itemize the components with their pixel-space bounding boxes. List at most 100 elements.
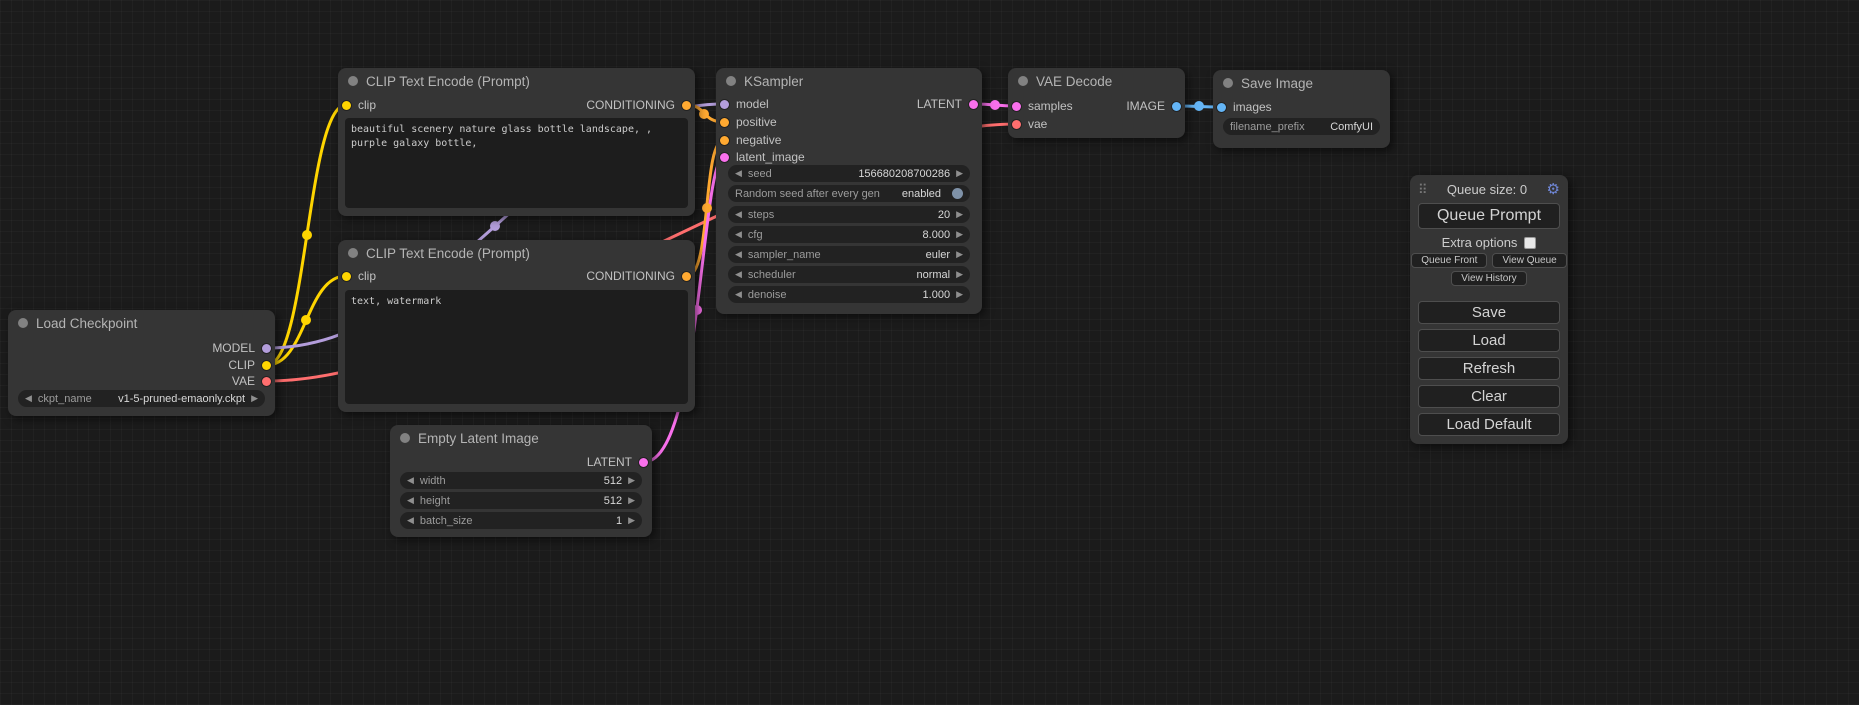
link-midpoint-dot[interactable] bbox=[702, 203, 712, 213]
output-port-conditioning[interactable]: CONDITIONING bbox=[586, 269, 691, 283]
widget-sampler-name[interactable]: ◀ sampler_name euler ▶ bbox=[728, 246, 970, 263]
input-port-positive[interactable]: positive bbox=[720, 115, 777, 129]
input-port-samples[interactable]: samples bbox=[1012, 99, 1073, 113]
link-midpoint-dot[interactable] bbox=[1194, 101, 1204, 111]
increment-arrow-icon[interactable]: ▶ bbox=[956, 230, 963, 239]
graph-canvas[interactable]: Load Checkpoint MODEL CLIP VAE ◀ ckpt_na… bbox=[0, 0, 1859, 705]
load-button[interactable]: Load bbox=[1418, 329, 1560, 352]
save-button[interactable]: Save bbox=[1418, 301, 1560, 324]
clip-port-dot[interactable] bbox=[342, 101, 351, 110]
decrement-arrow-icon[interactable]: ◀ bbox=[735, 290, 742, 299]
widget-random-seed-toggle[interactable]: Random seed after every gen enabled bbox=[728, 185, 970, 202]
decrement-arrow-icon[interactable]: ◀ bbox=[735, 250, 742, 259]
node-title-bar[interactable]: KSampler bbox=[716, 68, 982, 94]
node-collapse-dot[interactable] bbox=[348, 248, 358, 258]
node-collapse-dot[interactable] bbox=[1223, 78, 1233, 88]
node-title-bar[interactable]: Load Checkpoint bbox=[8, 310, 275, 336]
node-collapse-dot[interactable] bbox=[348, 76, 358, 86]
node-title-bar[interactable]: CLIP Text Encode (Prompt) bbox=[338, 68, 695, 94]
widget-height[interactable]: ◀ height 512 ▶ bbox=[400, 492, 642, 509]
conditioning-port-dot[interactable] bbox=[720, 118, 729, 127]
model-port-dot[interactable] bbox=[262, 344, 271, 353]
widget-ckpt-name[interactable]: ◀ ckpt_name v1-5-pruned-emaonly.ckpt ▶ bbox=[18, 390, 265, 407]
increment-arrow-icon[interactable]: ▶ bbox=[956, 290, 963, 299]
queue-prompt-button[interactable]: Queue Prompt bbox=[1418, 203, 1560, 229]
input-port-images[interactable]: images bbox=[1217, 100, 1272, 114]
view-queue-button[interactable]: View Queue bbox=[1492, 253, 1566, 268]
node-title-bar[interactable]: CLIP Text Encode (Prompt) bbox=[338, 240, 695, 266]
image-port-dot[interactable] bbox=[1172, 102, 1181, 111]
latent-port-dot[interactable] bbox=[639, 458, 648, 467]
drag-handle-icon[interactable]: ⠿ bbox=[1418, 183, 1428, 196]
clip-port-dot[interactable] bbox=[342, 272, 351, 281]
decrement-arrow-icon[interactable]: ◀ bbox=[407, 496, 414, 505]
widget-filename-prefix[interactable]: filename_prefix ComfyUI bbox=[1223, 118, 1380, 135]
increment-arrow-icon[interactable]: ▶ bbox=[956, 210, 963, 219]
clear-button[interactable]: Clear bbox=[1418, 385, 1560, 408]
increment-arrow-icon[interactable]: ▶ bbox=[956, 169, 963, 178]
increment-arrow-icon[interactable]: ▶ bbox=[628, 496, 635, 505]
model-port-dot[interactable] bbox=[720, 100, 729, 109]
output-port-latent[interactable]: LATENT bbox=[587, 455, 648, 469]
node-clip-text-encode-negative[interactable]: CLIP Text Encode (Prompt) clip CONDITION… bbox=[338, 240, 695, 412]
node-title-bar[interactable]: Empty Latent Image bbox=[390, 425, 652, 451]
widget-seed[interactable]: ◀ seed 156680208700286 ▶ bbox=[728, 165, 970, 182]
node-collapse-dot[interactable] bbox=[18, 318, 28, 328]
queue-front-button[interactable]: Queue Front bbox=[1411, 253, 1487, 268]
decrement-arrow-icon[interactable]: ◀ bbox=[25, 394, 32, 403]
prompt-textarea[interactable]: text, watermark bbox=[345, 290, 688, 404]
node-empty-latent-image[interactable]: Empty Latent Image LATENT ◀ width 512 ▶ … bbox=[390, 425, 652, 537]
link-midpoint-dot[interactable] bbox=[301, 315, 311, 325]
decrement-arrow-icon[interactable]: ◀ bbox=[735, 210, 742, 219]
widget-width[interactable]: ◀ width 512 ▶ bbox=[400, 472, 642, 489]
prompt-textarea[interactable]: beautiful scenery nature glass bottle la… bbox=[345, 118, 688, 208]
output-port-conditioning[interactable]: CONDITIONING bbox=[586, 98, 691, 112]
node-clip-text-encode-positive[interactable]: CLIP Text Encode (Prompt) clip CONDITION… bbox=[338, 68, 695, 216]
conditioning-port-dot[interactable] bbox=[682, 101, 691, 110]
node-collapse-dot[interactable] bbox=[400, 433, 410, 443]
increment-arrow-icon[interactable]: ▶ bbox=[628, 516, 635, 525]
vae-port-dot[interactable] bbox=[262, 377, 271, 386]
input-port-model[interactable]: model bbox=[720, 97, 769, 111]
load-default-button[interactable]: Load Default bbox=[1418, 413, 1560, 436]
input-port-clip[interactable]: clip bbox=[342, 98, 376, 112]
output-port-clip[interactable]: CLIP bbox=[228, 358, 271, 372]
widget-denoise[interactable]: ◀ denoise 1.000 ▶ bbox=[728, 286, 970, 303]
conditioning-port-dot[interactable] bbox=[682, 272, 691, 281]
vae-port-dot[interactable] bbox=[1012, 120, 1021, 129]
node-collapse-dot[interactable] bbox=[1018, 76, 1028, 86]
link-midpoint-dot[interactable] bbox=[990, 100, 1000, 110]
node-ksampler[interactable]: KSampler model positive negative latent_… bbox=[716, 68, 982, 314]
node-vae-decode[interactable]: VAE Decode samples vae IMAGE bbox=[1008, 68, 1185, 138]
input-port-clip[interactable]: clip bbox=[342, 269, 376, 283]
toggle-indicator-dot[interactable] bbox=[952, 188, 963, 199]
clip-port-dot[interactable] bbox=[262, 361, 271, 370]
increment-arrow-icon[interactable]: ▶ bbox=[251, 394, 258, 403]
widget-scheduler[interactable]: ◀ scheduler normal ▶ bbox=[728, 266, 970, 283]
widget-batch-size[interactable]: ◀ batch_size 1 ▶ bbox=[400, 512, 642, 529]
conditioning-port-dot[interactable] bbox=[720, 136, 729, 145]
increment-arrow-icon[interactable]: ▶ bbox=[628, 476, 635, 485]
input-port-vae[interactable]: vae bbox=[1012, 117, 1047, 131]
queue-menu-panel[interactable]: ⠿ Queue size: 0 ⚙ Queue Prompt Extra opt… bbox=[1410, 175, 1568, 444]
node-collapse-dot[interactable] bbox=[726, 76, 736, 86]
latent-port-dot[interactable] bbox=[969, 100, 978, 109]
settings-gear-icon[interactable]: ⚙ bbox=[1547, 182, 1560, 197]
extra-options-checkbox[interactable] bbox=[1524, 237, 1536, 249]
link-midpoint-dot[interactable] bbox=[490, 221, 500, 231]
decrement-arrow-icon[interactable]: ◀ bbox=[407, 476, 414, 485]
refresh-button[interactable]: Refresh bbox=[1418, 357, 1560, 380]
decrement-arrow-icon[interactable]: ◀ bbox=[735, 169, 742, 178]
input-port-negative[interactable]: negative bbox=[720, 133, 781, 147]
increment-arrow-icon[interactable]: ▶ bbox=[956, 270, 963, 279]
latent-port-dot[interactable] bbox=[720, 153, 729, 162]
image-port-dot[interactable] bbox=[1217, 103, 1226, 112]
node-load-checkpoint[interactable]: Load Checkpoint MODEL CLIP VAE ◀ ckpt_na… bbox=[8, 310, 275, 416]
widget-cfg[interactable]: ◀ cfg 8.000 ▶ bbox=[728, 226, 970, 243]
decrement-arrow-icon[interactable]: ◀ bbox=[407, 516, 414, 525]
link-midpoint-dot[interactable] bbox=[699, 109, 709, 119]
output-port-latent[interactable]: LATENT bbox=[917, 97, 978, 111]
input-port-latent-image[interactable]: latent_image bbox=[720, 150, 805, 164]
node-title-bar[interactable]: Save Image bbox=[1213, 70, 1390, 96]
widget-steps[interactable]: ◀ steps 20 ▶ bbox=[728, 206, 970, 223]
